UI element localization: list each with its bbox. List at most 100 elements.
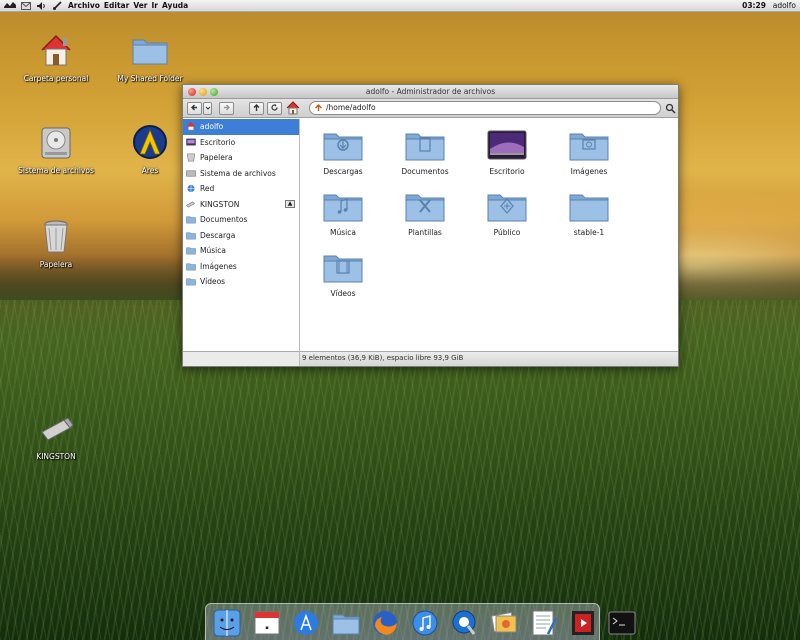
panel-user[interactable]: adolfo: [773, 1, 796, 10]
desktop-icon-label: KINGSTON: [36, 452, 76, 461]
dock-textedit-icon[interactable]: [528, 608, 558, 638]
home-icon: [186, 122, 196, 131]
templates-folder-icon: [405, 194, 445, 222]
back-button[interactable]: [187, 102, 202, 115]
status-bar: 9 elementos (36,9 KiB), espacio libre 93…: [300, 351, 678, 366]
brush-icon[interactable]: [52, 1, 64, 11]
menu-archivo[interactable]: Archivo: [68, 1, 100, 10]
desktop-icon-papelera[interactable]: Papelera: [16, 216, 96, 269]
folder-icon: [569, 194, 609, 222]
usb-drive-icon: [36, 408, 76, 448]
folder-icon: [186, 263, 196, 271]
window-titlebar[interactable]: adolfo - Administrador de archivos: [183, 85, 678, 99]
dock-photos-icon[interactable]: [489, 608, 519, 638]
file-item-descargas[interactable]: Descargas: [303, 129, 383, 176]
dock-quicktime-icon[interactable]: [449, 608, 479, 638]
dock-finder-icon[interactable]: [212, 608, 242, 638]
mail-icon[interactable]: [20, 1, 32, 11]
places-sidebar: adolfo Escritorio Papelera Sistema de archi…: [183, 119, 300, 352]
svg-text:▪: ▪: [265, 623, 269, 634]
dock-calendar-icon[interactable]: ▪: [252, 608, 282, 638]
back-history-button[interactable]: [203, 102, 212, 115]
file-item-público[interactable]: Público: [467, 190, 547, 237]
location-bar[interactable]: /home/adolfo: [309, 101, 661, 115]
menu-ayuda[interactable]: Ayuda: [162, 1, 188, 10]
dock-folder-icon[interactable]: [331, 608, 361, 638]
dock: ▪: [205, 603, 636, 640]
sidebar-item-vídeos[interactable]: Vídeos: [183, 274, 299, 290]
eject-icon[interactable]: ▲: [285, 199, 295, 208]
sidebar-item-descarga[interactable]: Descarga: [183, 228, 299, 244]
desktop-folder-icon: [487, 130, 527, 160]
desktop-icon-sistema-de-archivos[interactable]: Sistema de archivos: [16, 122, 96, 175]
menu-ver[interactable]: Ver: [133, 1, 147, 10]
dock-terminal-icon[interactable]: [607, 608, 637, 638]
file-view: Descargas Documentos Escritorio Imágenes Mús…: [301, 119, 678, 352]
desktop-icon-ares[interactable]: Ares: [110, 122, 190, 175]
panel-clock[interactable]: 03:29: [742, 1, 766, 10]
sidebar-item-escritorio[interactable]: Escritorio: [183, 135, 299, 151]
ares-icon: [130, 122, 170, 162]
download-folder-icon: [323, 133, 363, 161]
videos-folder-icon: [323, 255, 363, 283]
file-manager-window[interactable]: adolfo - Administrador de archivos /home…: [182, 84, 679, 367]
file-item-label: Imágenes: [570, 167, 608, 176]
folder-icon: [130, 30, 170, 70]
pictures-folder-icon: [569, 133, 609, 161]
file-item-escritorio[interactable]: Escritorio: [467, 129, 547, 176]
sidebar-item-label: Escritorio: [200, 137, 236, 147]
trash-icon: [187, 153, 195, 162]
sidebar-item-papelera[interactable]: Papelera: [183, 150, 299, 166]
file-item-vídeos[interactable]: Vídeos: [303, 251, 383, 298]
top-panel: Archivo Editar Ver Ir Ayuda 03:29 adolfo: [0, 0, 800, 12]
usb-drive-icon: [186, 201, 196, 208]
folder-icon: [186, 232, 196, 240]
file-item-label: Documentos: [401, 167, 449, 176]
system-menu-icon[interactable]: [4, 1, 16, 11]
file-item-stable-1[interactable]: stable-1: [549, 190, 629, 237]
desktop-icon-label: Sistema de archivos: [18, 166, 94, 175]
file-item-música[interactable]: Música: [303, 190, 383, 237]
up-button[interactable]: [249, 102, 264, 115]
sidebar-item-red[interactable]: Red: [183, 181, 299, 197]
sidebar-item-imágenes[interactable]: Imágenes: [183, 259, 299, 275]
up-arrow-icon: [314, 103, 323, 111]
dock-video-icon[interactable]: [568, 608, 598, 638]
dock-itunes-icon[interactable]: [410, 608, 440, 638]
music-folder-icon: [323, 194, 363, 222]
sidebar-footer: [183, 351, 300, 366]
sidebar-item-kingston[interactable]: KINGSTON ▲: [183, 197, 299, 213]
search-icon[interactable]: [665, 103, 676, 114]
desktop-icon-label: Papelera: [39, 260, 73, 269]
sidebar-item-label: adolfo: [200, 122, 224, 132]
reload-button[interactable]: [267, 102, 282, 115]
arrow-right-icon: [224, 104, 230, 111]
arrow-up-icon: [253, 104, 260, 111]
location-path: /home/adolfo: [326, 103, 376, 112]
sidebar-item-label: Música: [200, 246, 226, 256]
sidebar-item-sistema-de-archivos[interactable]: Sistema de archivos: [183, 166, 299, 182]
volume-icon[interactable]: [36, 1, 48, 11]
sidebar-item-música[interactable]: Música: [183, 243, 299, 259]
desktop-icon-label: Ares: [141, 166, 159, 175]
file-item-imágenes[interactable]: Imágenes: [549, 129, 629, 176]
folder-icon: [186, 216, 196, 224]
desktop-icon-my-shared-folder[interactable]: My Shared Folder: [110, 30, 190, 83]
file-item-documentos[interactable]: Documentos: [385, 129, 465, 176]
menu-ir[interactable]: Ir: [152, 1, 159, 10]
file-item-label: Plantillas: [408, 228, 442, 237]
window-title: adolfo - Administrador de archivos: [365, 87, 496, 96]
sidebar-item-adolfo[interactable]: adolfo: [183, 119, 299, 135]
desktop-icon-label: Carpeta personal: [23, 74, 89, 83]
desktop-icon-carpeta-personal[interactable]: Carpeta personal: [16, 30, 96, 83]
dock-firefox-icon[interactable]: [370, 608, 400, 638]
menu-editar[interactable]: Editar: [104, 1, 129, 10]
desktop-icon-kingston[interactable]: KINGSTON: [16, 408, 96, 461]
sidebar-item-label: Papelera: [200, 153, 233, 163]
home-icon[interactable]: [286, 101, 300, 115]
sidebar-item-label: KINGSTON: [200, 199, 240, 209]
dock-appstore-icon[interactable]: [291, 608, 321, 638]
sidebar-item-documentos[interactable]: Documentos: [183, 212, 299, 228]
forward-button[interactable]: [219, 102, 234, 115]
file-item-plantillas[interactable]: Plantillas: [385, 190, 465, 237]
